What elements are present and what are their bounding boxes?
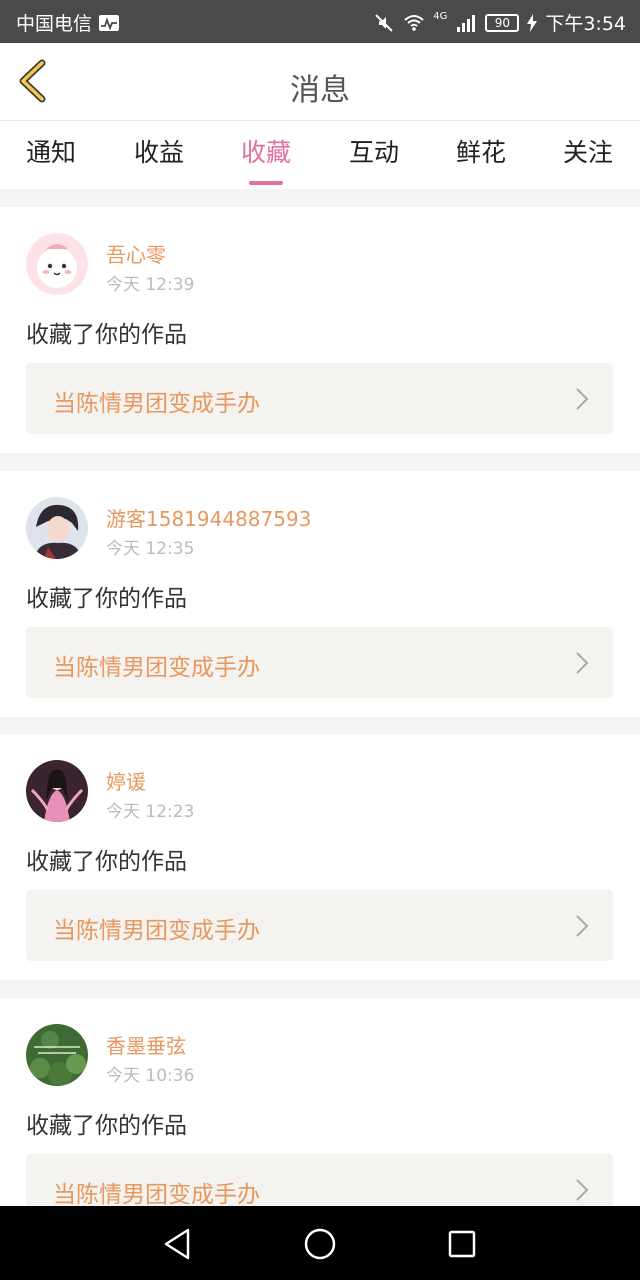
notification-card: 婷谖 今天 12:23 收藏了你的作品 当陈情男团变成手办 xyxy=(0,734,640,980)
tab-label: 关注 xyxy=(562,138,613,167)
tab-earnings[interactable]: 收益 xyxy=(109,133,209,183)
page-title: 消息 xyxy=(290,73,350,108)
network-type: 4G xyxy=(433,11,448,22)
timestamp: 今天 10:36 xyxy=(106,1066,195,1086)
timestamp: 今天 12:35 xyxy=(106,539,195,559)
chevron-right-icon xyxy=(576,652,589,674)
work-title: 当陈情男团变成手办 xyxy=(53,655,260,681)
mute-icon xyxy=(375,13,393,32)
home-circle-icon[interactable] xyxy=(300,1226,340,1262)
notification-card: 游客1581944887593 今天 12:35 收藏了你的作品 当陈情男团变成… xyxy=(0,471,640,717)
status-bar: 中国电信 4G 90 下午3:54 xyxy=(0,0,640,43)
activity-icon xyxy=(99,14,120,31)
back-triangle-icon[interactable] xyxy=(158,1226,198,1262)
system-nav-bar xyxy=(0,1206,640,1280)
recents-square-icon[interactable] xyxy=(442,1226,482,1262)
username[interactable]: 婷谖 xyxy=(106,766,146,795)
work-link[interactable]: 当陈情男团变成手办 xyxy=(26,363,613,434)
username[interactable]: 吾心零 xyxy=(106,239,166,268)
battery-indicator: 90 xyxy=(485,13,520,32)
tab-favorites[interactable]: 收藏 xyxy=(216,133,316,185)
notification-message: 收藏了你的作品 xyxy=(26,1113,187,1139)
clock: 下午3:54 xyxy=(545,13,626,35)
work-title: 当陈情男团变成手办 xyxy=(53,391,260,417)
chevron-right-icon xyxy=(576,388,589,410)
chevron-right-icon xyxy=(576,1179,589,1201)
avatar[interactable] xyxy=(26,760,88,822)
active-tab-indicator xyxy=(249,181,283,185)
app-header: 消息 xyxy=(0,43,640,120)
tab-following[interactable]: 关注 xyxy=(538,133,638,183)
avatar[interactable] xyxy=(26,497,88,559)
tab-flowers[interactable]: 鲜花 xyxy=(431,133,531,183)
work-link[interactable]: 当陈情男团变成手办 xyxy=(26,627,613,698)
tab-notifications[interactable]: 通知 xyxy=(1,133,101,183)
tab-label: 收益 xyxy=(133,138,184,167)
avatar[interactable] xyxy=(26,233,88,295)
username[interactable]: 香墨垂弦 xyxy=(106,1030,186,1059)
tab-bar: 通知 收益 收藏 互动 鲜花 关注 xyxy=(0,120,640,189)
work-title: 当陈情男团变成手办 xyxy=(53,918,260,944)
work-link[interactable]: 当陈情男团变成手办 xyxy=(26,890,613,961)
wifi-icon xyxy=(404,14,424,31)
charging-icon xyxy=(527,13,538,32)
tab-label: 收藏 xyxy=(240,138,291,167)
timestamp: 今天 12:23 xyxy=(106,802,195,822)
signal-icon xyxy=(457,14,476,32)
avatar[interactable] xyxy=(26,1024,88,1086)
carrier-label: 中国电信 xyxy=(16,13,93,35)
tab-label: 通知 xyxy=(25,138,76,167)
work-title: 当陈情男团变成手办 xyxy=(53,1182,260,1208)
notification-card: 吾心零 今天 12:39 收藏了你的作品 当陈情男团变成手办 xyxy=(0,207,640,453)
tab-label: 互动 xyxy=(348,138,399,167)
notification-message: 收藏了你的作品 xyxy=(26,586,187,612)
tab-label: 鲜花 xyxy=(455,138,506,167)
chevron-right-icon xyxy=(576,915,589,937)
tab-interactions[interactable]: 互动 xyxy=(324,133,424,183)
notification-message: 收藏了你的作品 xyxy=(26,849,187,875)
notification-message: 收藏了你的作品 xyxy=(26,322,187,348)
username[interactable]: 游客1581944887593 xyxy=(106,503,311,532)
timestamp: 今天 12:39 xyxy=(106,275,195,295)
